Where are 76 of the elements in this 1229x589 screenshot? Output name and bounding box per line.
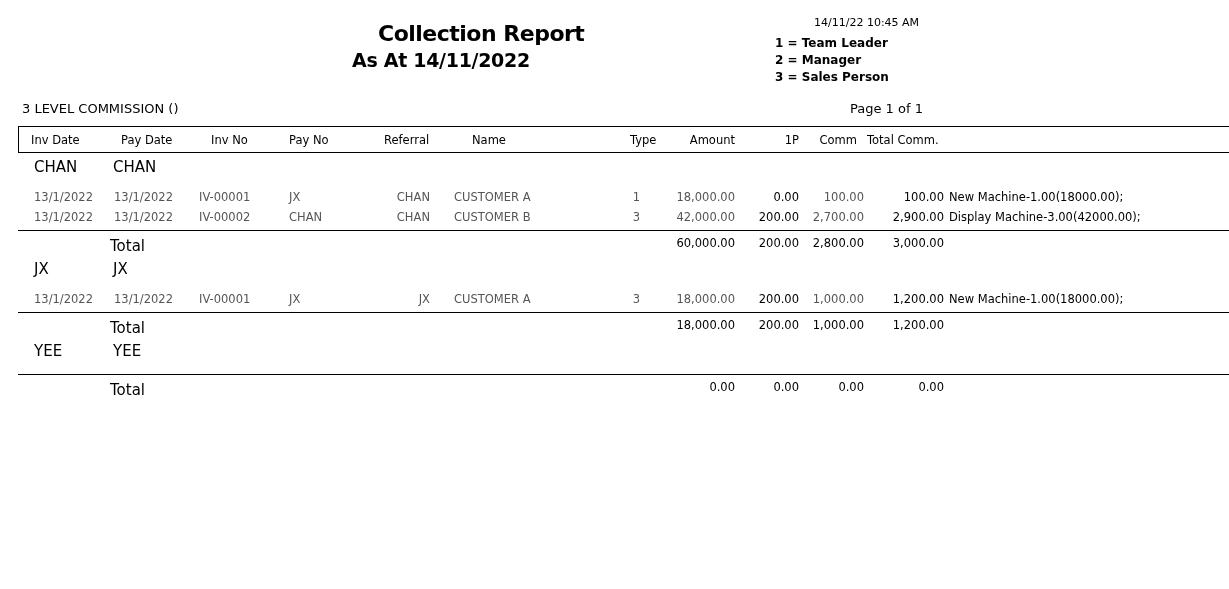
total-value: 0.00 xyxy=(837,380,865,394)
group-code: CHAN xyxy=(33,158,79,176)
table-cell-text: 42,000.00 xyxy=(675,210,735,224)
group-code: YEE xyxy=(33,342,64,360)
table-cell-text: 2,700.00 xyxy=(811,210,865,224)
pay-date-header: Pay Date xyxy=(120,132,174,147)
table-cell-text: New Machine-1.00(18000.00); xyxy=(948,292,1125,306)
table-cell-text: 18,000.00 xyxy=(675,190,735,204)
total-value: 0.00 xyxy=(708,380,735,394)
total-value: 0.00 xyxy=(917,380,944,394)
table-cell-text: New Machine-1.00(18000.00); xyxy=(948,190,1125,204)
table-cell-text: 100.00 xyxy=(902,190,944,204)
table-cell-text: 1,000.00 xyxy=(811,292,865,306)
table-cell-text: 13/1/2022 xyxy=(113,292,174,306)
total-value: 18,000.00 xyxy=(675,318,735,332)
amount-header: Amount xyxy=(688,132,735,147)
legend-entry: 1 = Team Leader xyxy=(775,35,889,52)
total-value: 2,800.00 xyxy=(811,236,865,250)
table-cell-text: CUSTOMER A xyxy=(453,190,532,204)
total-value: 0.00 xyxy=(772,380,799,394)
name-header: Name xyxy=(471,132,507,147)
table-cell-text: 3 xyxy=(631,292,642,306)
legend-entry: 2 = Manager xyxy=(775,52,863,69)
total-label: Total xyxy=(110,236,147,255)
table-cell-text: 13/1/2022 xyxy=(33,190,94,204)
total-value: 1,200.00 xyxy=(891,318,944,332)
table-cell-text: 3 xyxy=(631,210,642,224)
inv-no-header: Inv No xyxy=(210,132,249,147)
table-cell-text: JX xyxy=(417,292,431,306)
table-cell-text: CUSTOMER A xyxy=(453,292,532,306)
report-date: As At 14/11/2022 xyxy=(351,48,531,72)
total-label: Total xyxy=(110,380,147,399)
report-title: Collection Report xyxy=(377,20,586,48)
table-cell-text: 13/1/2022 xyxy=(33,210,94,224)
total-label: Total xyxy=(110,318,147,337)
table-cell-text: JX xyxy=(287,292,302,306)
table-cell-text: IV-00002 xyxy=(198,210,252,224)
table-cell-text: CHAN xyxy=(288,210,324,224)
table-cell-text: 0.00 xyxy=(772,190,799,204)
table-cell-text: 200.00 xyxy=(757,292,799,306)
total-value: 3,000.00 xyxy=(891,236,944,250)
group-name: JX xyxy=(113,260,128,278)
table-cell-text: IV-00001 xyxy=(198,190,252,204)
print-timestamp: 14/11/22 10:45 AM xyxy=(813,15,920,31)
table-cell-text: 1,200.00 xyxy=(891,292,944,306)
group-code: JX xyxy=(32,260,50,278)
total-value: 1,000.00 xyxy=(811,318,865,332)
table-cell-text: 1 xyxy=(631,190,642,204)
table-cell-text: 18,000.00 xyxy=(675,292,735,306)
table-cell-text: CUSTOMER B xyxy=(453,210,532,224)
total-value: 200.00 xyxy=(757,318,799,332)
group-name: YEE xyxy=(113,342,142,360)
table-cell-text: 13/1/2022 xyxy=(113,190,174,204)
total-value: 60,000.00 xyxy=(675,236,735,250)
table-cell-text: 200.00 xyxy=(757,210,799,224)
legend-entry: 3 = Sales Person xyxy=(775,69,890,86)
table-cell-text: CHAN xyxy=(395,210,431,224)
inv-date-header: Inv Date xyxy=(30,132,81,147)
1p-header: 1P xyxy=(783,132,799,147)
table-cell-text: 13/1/2022 xyxy=(33,292,94,306)
section-title: 3 LEVEL COMMISSION () xyxy=(22,100,180,116)
total-value: 200.00 xyxy=(757,236,799,250)
table-cell-text: 13/1/2022 xyxy=(113,210,174,224)
type-header: Type xyxy=(629,132,658,147)
table-cell-text: IV-00001 xyxy=(198,292,252,306)
total-comm-header: Total Comm. xyxy=(867,132,940,147)
comm-header: Comm xyxy=(818,132,858,147)
table-cell-text: Display Machine-3.00(42000.00); xyxy=(948,210,1142,224)
referral-header: Referral xyxy=(383,132,431,147)
table-cell-text: CHAN xyxy=(395,190,431,204)
pay-no-header: Pay No xyxy=(288,132,330,147)
table-cell-text: 2,900.00 xyxy=(891,210,944,224)
table-cell-text: JX xyxy=(287,190,302,204)
group-name: CHAN xyxy=(113,158,157,176)
table-cell-text: 100.00 xyxy=(822,190,865,204)
page-number: Page 1 of 1 xyxy=(850,100,923,116)
